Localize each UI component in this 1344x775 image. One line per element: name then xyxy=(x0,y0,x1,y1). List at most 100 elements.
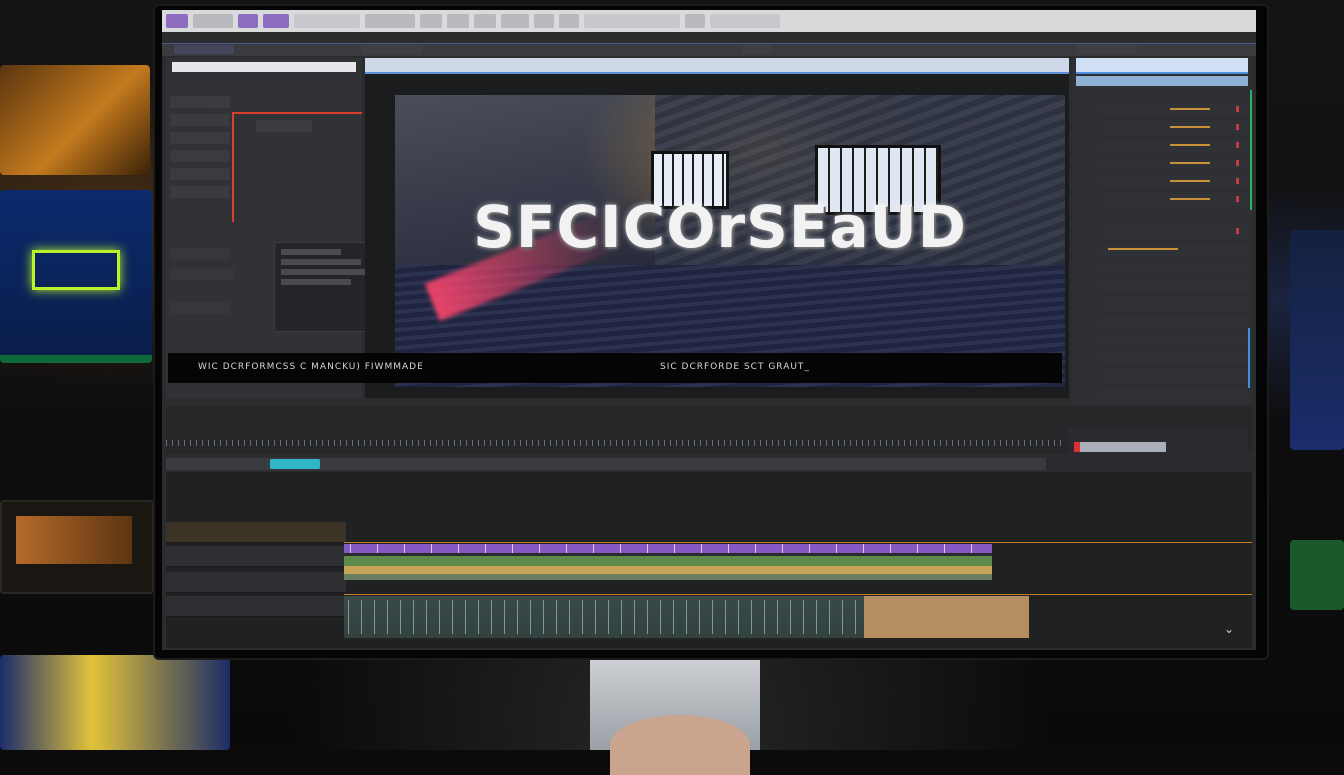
menu-button-10[interactable] xyxy=(534,14,554,28)
effect-item-2[interactable] xyxy=(1098,122,1248,134)
keyframe-icon xyxy=(1236,228,1239,234)
effects-graph-line xyxy=(1248,328,1250,388)
clip-marker xyxy=(647,544,648,553)
menu-button-3[interactable] xyxy=(263,14,289,28)
marker-line-vertical xyxy=(232,112,234,222)
menu-button-2[interactable] xyxy=(238,14,258,28)
panel-tab-strip xyxy=(162,43,1256,56)
track-head-a1[interactable] xyxy=(166,572,346,593)
audio-clip-tail[interactable] xyxy=(864,596,1029,638)
menu-button-8[interactable] xyxy=(474,14,496,28)
effect-item-13[interactable] xyxy=(1098,334,1248,346)
timeline-toolbar xyxy=(166,458,1046,470)
menu-button-1[interactable] xyxy=(193,14,233,28)
effect-item-9[interactable] xyxy=(1098,262,1248,274)
side-panel-field[interactable] xyxy=(1074,442,1166,452)
clip-marker xyxy=(620,544,621,553)
effect-item-2-bar xyxy=(1170,126,1210,128)
app-menu-button[interactable] xyxy=(166,14,188,28)
clip-marker xyxy=(809,544,810,553)
waveform-line xyxy=(738,600,739,634)
waveform-line xyxy=(530,600,531,634)
track-head-v2[interactable] xyxy=(166,522,346,543)
menu-button-13[interactable] xyxy=(710,14,780,28)
effect-item-7[interactable] xyxy=(1098,226,1248,238)
keyframe-clip[interactable] xyxy=(256,120,312,132)
clip-marker xyxy=(593,544,594,553)
effects-panel xyxy=(1072,58,1252,436)
effect-item-5[interactable] xyxy=(1098,176,1248,188)
effect-row-2[interactable] xyxy=(170,114,230,126)
timeline-ruler[interactable] xyxy=(166,440,1062,446)
tab-effect-controls[interactable] xyxy=(174,45,234,54)
background-highlight-box xyxy=(32,250,120,290)
track-head-v1[interactable] xyxy=(166,546,346,567)
waveform-line xyxy=(374,600,375,634)
popup-line-2 xyxy=(281,259,361,265)
menu-button-11[interactable] xyxy=(559,14,579,28)
effect-controls-header xyxy=(172,62,356,72)
effect-item-10[interactable] xyxy=(1098,280,1248,292)
timeline-active-tool[interactable] xyxy=(270,459,320,469)
effect-row-4[interactable] xyxy=(170,150,230,162)
tab-effects[interactable] xyxy=(1077,45,1137,54)
clip-marker xyxy=(917,544,918,553)
waveform-line xyxy=(465,600,466,634)
effect-item-11[interactable] xyxy=(1098,298,1248,310)
menu-button-4[interactable] xyxy=(294,14,360,28)
menu-button-6[interactable] xyxy=(420,14,442,28)
waveform-line xyxy=(855,600,856,634)
hand xyxy=(610,715,750,775)
effect-item-6[interactable] xyxy=(1098,194,1248,206)
clip-marker xyxy=(863,544,864,553)
waveform-line xyxy=(777,600,778,634)
waveform-line xyxy=(361,600,362,634)
menu-button-12[interactable] xyxy=(685,14,705,28)
waveform-line xyxy=(413,600,414,634)
tab-program[interactable] xyxy=(362,45,422,54)
program-monitor: SFCICOrSEaUD xyxy=(365,58,1069,398)
effect-item-16[interactable] xyxy=(1098,388,1248,400)
effect-item-1[interactable] xyxy=(1098,104,1248,116)
tab-source[interactable] xyxy=(742,45,772,54)
background-monitor-orange xyxy=(0,65,150,175)
effect-row-6[interactable] xyxy=(170,186,230,198)
subtitle-right: SIC DCRFORDE SCT GRAUT_ xyxy=(660,362,810,372)
menu-button-9[interactable] xyxy=(501,14,529,28)
clip-marker xyxy=(944,544,945,553)
effect-item-4[interactable] xyxy=(1098,158,1248,170)
video-clip[interactable] xyxy=(344,544,992,580)
effect-item-3[interactable] xyxy=(1098,140,1248,152)
chevron-down-icon[interactable]: ⌄ xyxy=(1224,622,1234,636)
clip-marker xyxy=(377,544,378,553)
clip-marker xyxy=(431,544,432,553)
menu-button-5[interactable] xyxy=(365,14,415,28)
track-head-a2[interactable] xyxy=(166,596,346,617)
effect-row-3[interactable] xyxy=(170,132,230,144)
clip-marker xyxy=(782,544,783,553)
effect-item-14[interactable] xyxy=(1098,352,1248,364)
effect-item-12[interactable] xyxy=(1098,316,1248,328)
effects-scroll-indicator[interactable] xyxy=(1250,90,1252,210)
effect-value-1[interactable] xyxy=(206,96,228,108)
menu-slider[interactable] xyxy=(584,14,680,28)
waveform-line xyxy=(712,600,713,634)
waveform-line xyxy=(543,600,544,634)
effect-row-5[interactable] xyxy=(170,168,230,180)
waveform-line xyxy=(764,600,765,634)
waveform-line xyxy=(816,600,817,634)
menu-button-7[interactable] xyxy=(447,14,469,28)
audio-clip[interactable] xyxy=(344,596,864,638)
background-right-screen xyxy=(1290,230,1344,450)
keyframe-icon xyxy=(1236,142,1239,148)
effect-row-9[interactable] xyxy=(170,302,230,314)
effect-item-8[interactable] xyxy=(1098,244,1248,256)
track-divider xyxy=(344,542,1252,543)
effect-item-15[interactable] xyxy=(1098,370,1248,382)
effect-row-7[interactable] xyxy=(170,248,230,260)
keyframe-icon xyxy=(1236,178,1239,184)
waveform-line xyxy=(491,600,492,634)
effect-row-8[interactable] xyxy=(170,268,234,280)
waveform-line xyxy=(829,600,830,634)
video-preview[interactable]: SFCICOrSEaUD xyxy=(395,95,1065,387)
